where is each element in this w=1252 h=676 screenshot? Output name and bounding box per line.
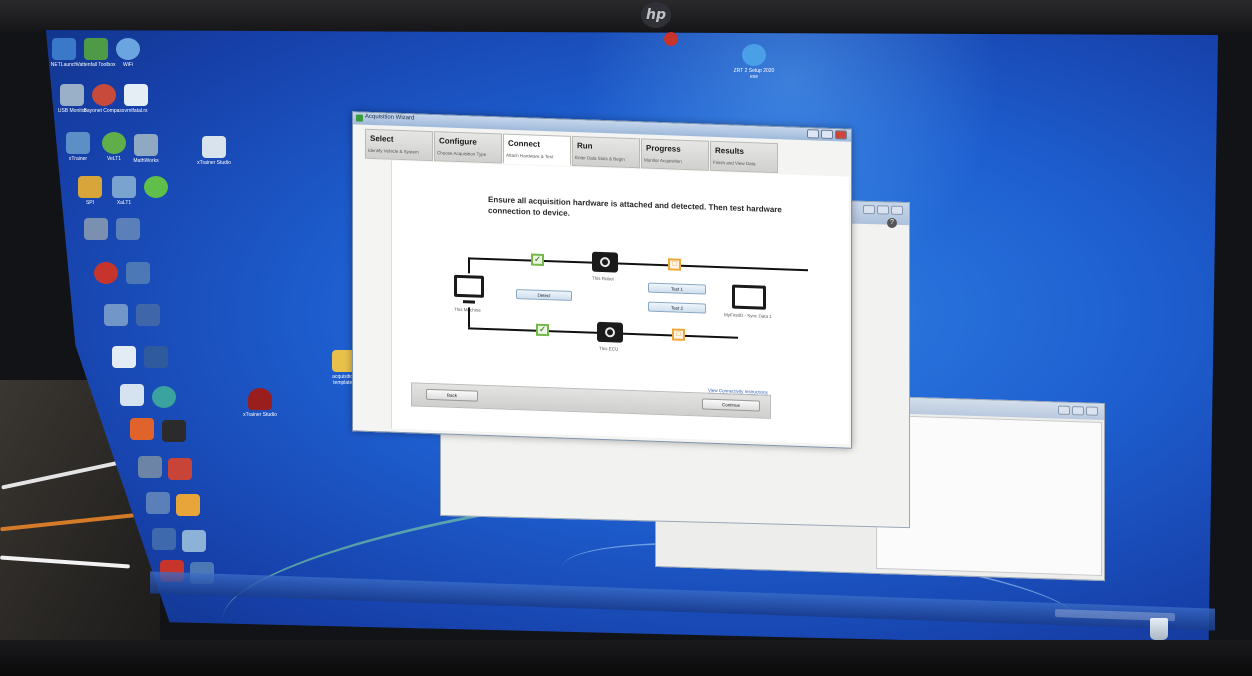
test-2-button[interactable]: Test 2 <box>648 301 706 314</box>
desktop-icon-file[interactable]: vrnlfatal.rs <box>124 84 148 114</box>
minimize-icon[interactable] <box>807 129 819 139</box>
wizard-title: Acquisition Wizard <box>365 113 415 122</box>
minimize-icon[interactable] <box>1058 405 1070 415</box>
monitor-bezel-bottom <box>0 640 1252 676</box>
desktop-icon-xtrainer-studio-2[interactable]: xTrainer Studio <box>243 388 277 418</box>
tab-configure[interactable]: Configure Choose Acquisition Type <box>434 131 502 164</box>
target-monitor-icon <box>732 284 766 310</box>
desktop-icon-netlaunch[interactable]: NETLaunch <box>51 38 77 68</box>
connector-line <box>468 257 470 274</box>
desktop-icon-app[interactable] <box>120 384 144 406</box>
desktop-icon-app[interactable] <box>152 528 176 550</box>
desktop-icon-tray-top[interactable] <box>664 32 678 46</box>
window-controls[interactable] <box>807 129 847 140</box>
instruction-text: Ensure all acquisition hardware is attac… <box>488 195 782 218</box>
bottom-device-icon <box>597 321 623 343</box>
top-device-icon <box>592 251 618 273</box>
desktop-icon-app[interactable] <box>146 492 170 514</box>
desktop-icon-app[interactable] <box>94 262 118 284</box>
desktop-icon-xtrainer-studio[interactable]: xTrainer Studio <box>197 136 231 166</box>
detect-button[interactable]: Detect <box>516 288 572 301</box>
desktop-icon-xalt[interactable]: XaLT1 <box>112 176 136 206</box>
desktop-icon-usb[interactable]: USB Monitor <box>58 84 86 114</box>
acquisition-wizard-window: Acquisition Wizard Select Identify Vehicl… <box>352 111 852 449</box>
desktop-icon-leaf[interactable] <box>144 176 168 198</box>
photo-of-monitor: hp NETLaunch Vattenfall Toolbox WiFi USB… <box>0 0 1252 676</box>
window-controls[interactable] <box>863 204 903 215</box>
close-icon[interactable] <box>891 205 903 215</box>
desktop-icon-app[interactable] <box>168 458 192 480</box>
host-monitor-icon <box>454 274 484 298</box>
tab-results[interactable]: Results Finish and View Data <box>710 140 778 174</box>
desktop-icon-app[interactable] <box>116 218 140 240</box>
desktop-icon-app[interactable] <box>112 346 136 368</box>
connector-line <box>468 307 470 328</box>
desktop-icon-app[interactable] <box>84 218 108 240</box>
monitor-stand <box>463 300 475 304</box>
close-icon[interactable] <box>835 130 847 140</box>
desktop-icon-app[interactable] <box>176 494 200 516</box>
recycle-bin-icon[interactable] <box>1150 618 1168 640</box>
desktop-icon-app[interactable] <box>144 346 168 368</box>
tab-select[interactable]: Select Identify Vehicle & System <box>365 128 433 162</box>
top-test-status-icon: □ <box>668 258 681 271</box>
desktop-icon-app[interactable] <box>182 530 206 552</box>
desktop-icon-setup-exe[interactable]: ZRT 2 Setup 2020 exe <box>734 44 774 80</box>
desktop-icon-compass[interactable]: Bayonet Compass <box>84 84 124 114</box>
desktop-icon-velt[interactable]: VeLT1 <box>102 132 126 162</box>
help-icon[interactable]: ? <box>887 218 897 228</box>
top-detect-status-icon: ✓ <box>531 253 544 266</box>
desktop-icon-app[interactable] <box>138 456 162 478</box>
maximize-icon[interactable] <box>1072 406 1084 416</box>
desktop-icon-mathworks[interactable]: MathWorks <box>133 134 159 164</box>
close-icon[interactable] <box>1086 406 1098 416</box>
test-1-button[interactable]: Test 1 <box>648 282 706 295</box>
desktop-icon-app[interactable] <box>162 420 186 442</box>
device-lens <box>605 327 615 338</box>
desktop-icon-wifi[interactable]: WiFi <box>116 38 140 68</box>
desktop-icon-app[interactable] <box>104 304 128 326</box>
device-lens <box>600 256 610 268</box>
desktop-icon-app[interactable] <box>126 262 150 284</box>
connector-line <box>468 257 808 272</box>
hp-logo-icon: hp <box>641 2 671 28</box>
tab-run[interactable]: Run Enter Data Slots & Begin <box>572 135 640 169</box>
minimize-icon[interactable] <box>863 204 875 215</box>
bottom-detect-status-icon: ✓ <box>536 323 549 337</box>
desktop-icon-app[interactable] <box>136 304 160 326</box>
bottom-device-label: This ECU <box>599 345 619 352</box>
top-device-label: This Robot <box>592 275 614 282</box>
back-button[interactable]: Back <box>426 388 478 402</box>
tab-connect[interactable]: Connect Attach Hardware & Test <box>503 133 571 166</box>
continue-button[interactable]: Continue <box>702 398 760 412</box>
monitor-bezel-top <box>0 0 1252 32</box>
maximize-icon[interactable] <box>877 205 889 215</box>
desktop-icon-app[interactable] <box>130 418 154 440</box>
wizard-app-icon <box>356 114 363 122</box>
desktop-icon-app[interactable] <box>152 386 176 408</box>
desktop-icon-toolbox[interactable]: Vattenfall Toolbox <box>76 38 116 68</box>
tab-progress[interactable]: Progress Monitor Acquisition <box>641 138 709 171</box>
desktop-icon-xtrainer[interactable]: xTrainer <box>66 132 90 162</box>
desktop-icon-spi[interactable]: SPI <box>78 176 102 206</box>
window-controls[interactable] <box>1058 405 1098 416</box>
maximize-icon[interactable] <box>821 129 833 140</box>
target-label: MyFirstID - Sync Data 1 <box>724 312 772 319</box>
bottom-test-status-icon: □ <box>672 328 685 341</box>
